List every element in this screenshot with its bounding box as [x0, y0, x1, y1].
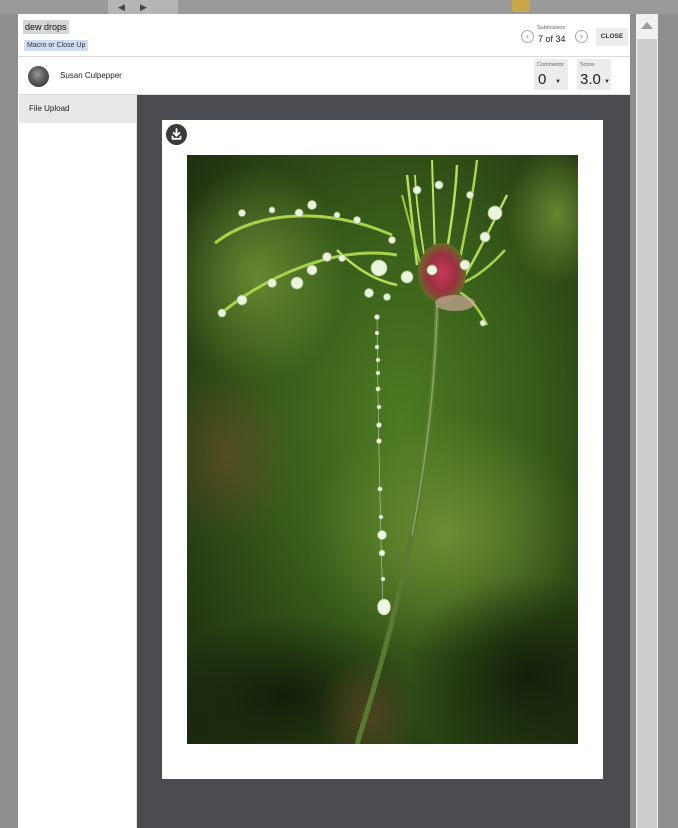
- submission-category: Macro or Close Up: [24, 40, 89, 51]
- submission-photo: [187, 155, 578, 744]
- score-label: Score: [580, 62, 595, 68]
- sidebar-item-file-upload[interactable]: File Upload: [19, 95, 136, 123]
- sidebar: File Upload: [18, 95, 137, 828]
- background-nav: ◀ ▶: [108, 0, 178, 14]
- comments-dropdown[interactable]: Comments 0 ▼: [534, 59, 568, 90]
- author-bar: Susan Culpepper Comments 0 ▼ Score 3.0 ▼: [18, 57, 630, 95]
- image-canvas: [162, 120, 603, 779]
- author-name: Susan Culpepper: [60, 71, 122, 80]
- background-next-icon: ▶: [140, 2, 147, 12]
- download-icon: [171, 128, 182, 140]
- submission-modal: dew drops Macro or Close Up Submission ‹…: [18, 14, 630, 828]
- caret-down-icon: ▼: [604, 79, 610, 85]
- modal-header: dew drops Macro or Close Up Submission ‹…: [18, 14, 630, 57]
- submission-navigator: Submission ‹ 7 of 34 ›: [521, 24, 591, 48]
- background-prev-icon: ◀: [118, 2, 125, 12]
- previous-submission-button[interactable]: ‹: [521, 30, 534, 43]
- background-page: [0, 0, 678, 14]
- chevron-left-icon: ‹: [526, 31, 529, 41]
- caret-down-icon: ▼: [555, 79, 561, 85]
- comments-value: 0: [538, 71, 547, 88]
- scrollbar-thumb[interactable]: [637, 39, 657, 828]
- background-badge-icon: [512, 0, 530, 12]
- download-button[interactable]: [166, 124, 187, 145]
- score-value: 3.0: [580, 71, 601, 88]
- image-viewer: [137, 95, 630, 828]
- avatar: [28, 66, 49, 87]
- submission-nav-label: Submission: [537, 25, 566, 31]
- submission-position: 7 of 34: [538, 34, 566, 44]
- score-dropdown[interactable]: Score 3.0 ▼: [577, 59, 611, 90]
- close-button[interactable]: CLOSE: [596, 28, 628, 46]
- chevron-right-icon: ›: [580, 31, 583, 41]
- scroll-up-arrow-icon[interactable]: [641, 22, 653, 29]
- next-submission-button[interactable]: ›: [575, 30, 588, 43]
- submission-title: dew drops: [23, 20, 69, 34]
- page-scrollbar[interactable]: [636, 14, 658, 828]
- comments-label: Comments: [537, 62, 564, 68]
